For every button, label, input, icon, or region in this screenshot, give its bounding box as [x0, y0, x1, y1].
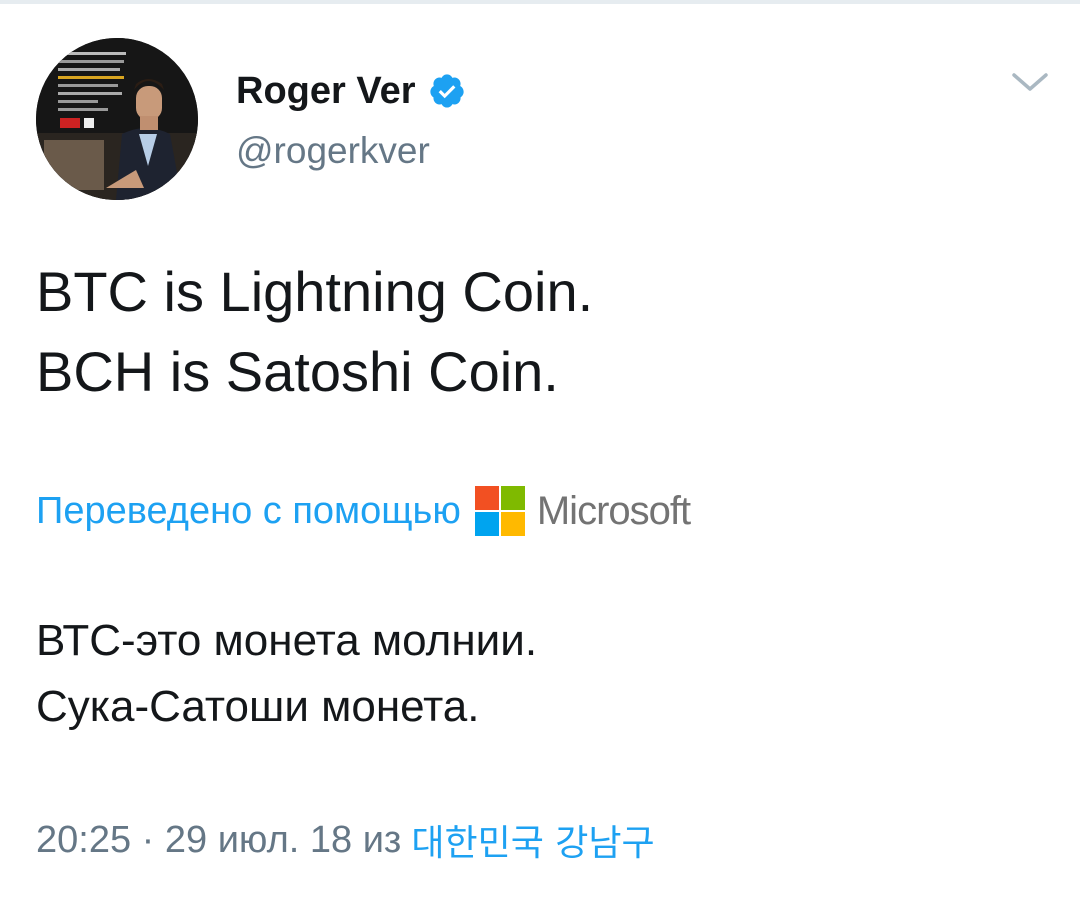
location-link[interactable]: 대한민국 강남구 [411, 814, 654, 866]
translation-provider: Microsoft [536, 488, 691, 533]
tweet-line: BTC is Lightning Coin. [36, 260, 594, 323]
microsoft-logo-icon [474, 486, 525, 536]
top-divider [0, 0, 1080, 4]
translated-text: ВТС-это монета молнии. Сука-Сатоши монет… [36, 608, 1036, 740]
translated-line: ВТС-это монета молнии. [36, 616, 538, 665]
avatar[interactable] [36, 38, 198, 200]
verified-badge-icon [429, 74, 464, 108]
user-handle[interactable]: @rogerkver [236, 130, 430, 172]
tweet-text: BTC is Lightning Coin. BCH is Satoshi Co… [36, 252, 1036, 412]
display-name[interactable]: Roger Ver [236, 70, 416, 113]
translation-attribution[interactable]: Переведено с помощью Microsoft [36, 484, 691, 538]
profile-photo [36, 38, 198, 200]
translated-by-label[interactable]: Переведено с помощью [36, 490, 461, 533]
chevron-down-icon[interactable] [1008, 68, 1052, 96]
user-name-row[interactable]: Roger Ver [236, 66, 466, 116]
tweet-line: BCH is Satoshi Coin. [36, 340, 559, 403]
timestamp: 20:25 · 29 июл. 18 из [36, 818, 402, 861]
translated-line: Сука-Сатоши монета. [36, 682, 480, 731]
tweet-meta: 20:25 · 29 июл. 18 из 대한민국 강남구 [36, 812, 655, 868]
